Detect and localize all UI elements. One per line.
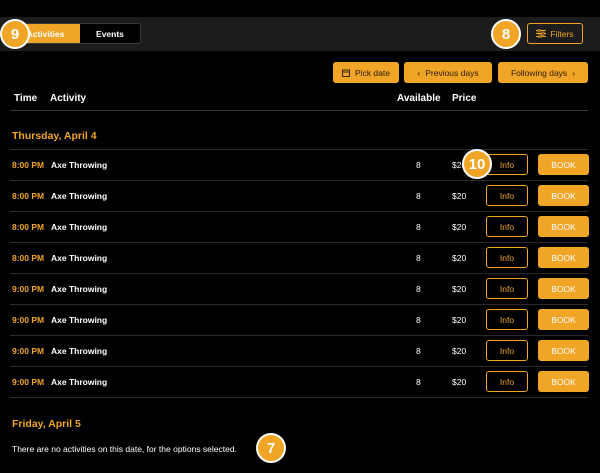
- row-time: 8:00 PM: [12, 222, 45, 232]
- row-price: $20: [452, 222, 467, 232]
- callout-marker-8: 8: [491, 19, 521, 49]
- header-divider: [10, 110, 588, 111]
- row-time: 9:00 PM: [12, 284, 45, 294]
- row-available: 8: [416, 222, 421, 232]
- row-price: $20: [452, 315, 467, 325]
- info-button[interactable]: Info: [486, 154, 528, 175]
- row-time: 8:00 PM: [12, 191, 45, 201]
- callout-marker-7: 7: [256, 433, 286, 463]
- book-label: BOOK: [551, 345, 576, 356]
- book-label: BOOK: [551, 190, 576, 201]
- book-button[interactable]: BOOK: [538, 371, 589, 392]
- row-activity: Axe Throwing: [51, 377, 108, 387]
- row-price: $20: [452, 253, 467, 263]
- row-divider: [10, 397, 588, 398]
- row-activity: Axe Throwing: [51, 222, 108, 232]
- previous-days-label: Previous days: [425, 67, 479, 78]
- row-activity: Axe Throwing: [51, 315, 108, 325]
- following-days-button[interactable]: Following days ›: [498, 62, 588, 83]
- table-row: 8:00 PM Axe Throwing 8 $20 Info BOOK: [0, 150, 600, 181]
- info-label: Info: [499, 252, 515, 263]
- table-row: 9:00 PM Axe Throwing 8 $20 Info BOOK: [0, 274, 600, 305]
- book-button[interactable]: BOOK: [538, 278, 589, 299]
- book-button[interactable]: BOOK: [538, 340, 589, 361]
- row-available: 8: [416, 160, 421, 170]
- table-row: 9:00 PM Axe Throwing 8 $20 Info BOOK: [0, 336, 600, 367]
- sliders-icon: [536, 29, 547, 38]
- book-label: BOOK: [551, 283, 576, 294]
- book-button[interactable]: BOOK: [538, 185, 589, 206]
- info-button[interactable]: Info: [486, 309, 528, 330]
- row-price: $20: [452, 284, 467, 294]
- row-activity: Axe Throwing: [51, 346, 108, 356]
- book-label: BOOK: [551, 159, 576, 170]
- book-label: BOOK: [551, 376, 576, 387]
- row-time: 9:00 PM: [12, 315, 45, 325]
- column-header-time: Time: [14, 93, 38, 104]
- table-row: 9:00 PM Axe Throwing 8 $20 Info BOOK: [0, 367, 600, 398]
- info-button[interactable]: Info: [486, 278, 528, 299]
- empty-day-message: There are no activities on this date, fo…: [12, 444, 237, 454]
- info-label: Info: [499, 345, 515, 356]
- info-button[interactable]: Info: [486, 340, 528, 361]
- row-time: 8:00 PM: [12, 253, 45, 263]
- day-heading: Friday, April 5: [12, 418, 81, 430]
- table-row: 9:00 PM Axe Throwing 8 $20 Info BOOK: [0, 305, 600, 336]
- info-button[interactable]: Info: [486, 216, 528, 237]
- filters-button[interactable]: Filters: [527, 23, 583, 44]
- table-row: 8:00 PM Axe Throwing 8 $20 Info BOOK: [0, 243, 600, 274]
- book-label: BOOK: [551, 314, 576, 325]
- day-heading: Thursday, April 4: [12, 130, 97, 142]
- book-label: BOOK: [551, 252, 576, 263]
- pick-date-button[interactable]: Pick date: [333, 62, 399, 83]
- info-button[interactable]: Info: [486, 247, 528, 268]
- row-time: 9:00 PM: [12, 346, 45, 356]
- table-row: 8:00 PM Axe Throwing 8 $20 Info BOOK: [0, 181, 600, 212]
- book-button[interactable]: BOOK: [538, 154, 589, 175]
- info-label: Info: [499, 190, 515, 201]
- chevron-left-icon: ‹: [417, 67, 421, 78]
- info-label: Info: [499, 283, 515, 294]
- row-available: 8: [416, 191, 421, 201]
- row-activity: Axe Throwing: [51, 160, 108, 170]
- table-row: 8:00 PM Axe Throwing 8 $20 Info BOOK: [0, 212, 600, 243]
- info-label: Info: [499, 159, 515, 170]
- info-label: Info: [499, 221, 515, 232]
- info-label: Info: [499, 376, 515, 387]
- chevron-right-icon: ›: [572, 67, 576, 78]
- filters-label: Filters: [550, 28, 574, 39]
- tab-events-label: Events: [96, 28, 124, 39]
- tab-events[interactable]: Events: [79, 24, 140, 43]
- row-available: 8: [416, 377, 421, 387]
- calendar-icon: [342, 69, 350, 77]
- column-header-activity: Activity: [50, 93, 87, 104]
- row-activity: Axe Throwing: [51, 253, 108, 263]
- book-label: BOOK: [551, 221, 576, 232]
- row-price: $20: [452, 191, 467, 201]
- column-header-price: Price: [452, 93, 477, 104]
- info-button[interactable]: Info: [486, 371, 528, 392]
- following-days-label: Following days: [510, 67, 568, 78]
- info-button[interactable]: Info: [486, 185, 528, 206]
- column-header-available: Available: [397, 93, 441, 104]
- row-price: $20: [452, 346, 467, 356]
- callout-marker-10: 10: [462, 149, 492, 179]
- row-price: $20: [452, 377, 467, 387]
- row-available: 8: [416, 253, 421, 263]
- row-activity: Axe Throwing: [51, 191, 108, 201]
- tab-activities-label: Activities: [26, 28, 65, 39]
- row-time: 9:00 PM: [12, 377, 45, 387]
- row-time: 8:00 PM: [12, 160, 45, 170]
- callout-marker-9: 9: [0, 19, 30, 49]
- row-available: 8: [416, 346, 421, 356]
- row-activity: Axe Throwing: [51, 284, 108, 294]
- pick-date-label: Pick date: [355, 67, 390, 78]
- book-button[interactable]: BOOK: [538, 309, 589, 330]
- previous-days-button[interactable]: ‹ Previous days: [404, 62, 492, 83]
- row-available: 8: [416, 284, 421, 294]
- book-button[interactable]: BOOK: [538, 216, 589, 237]
- row-available: 8: [416, 315, 421, 325]
- book-button[interactable]: BOOK: [538, 247, 589, 268]
- info-label: Info: [499, 314, 515, 325]
